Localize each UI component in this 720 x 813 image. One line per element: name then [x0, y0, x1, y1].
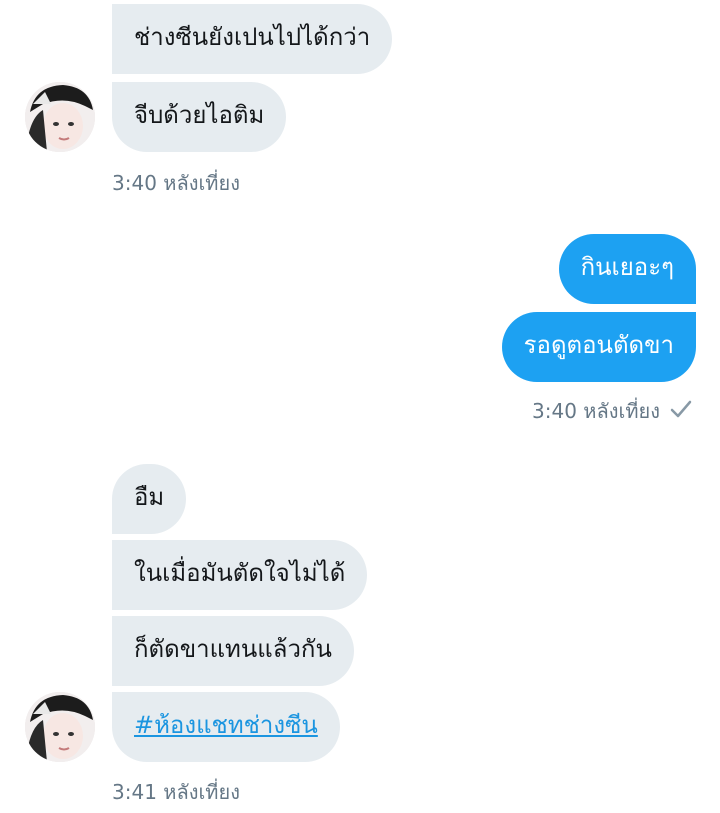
- outgoing-message[interactable]: กินเยอะๆ: [558, 234, 696, 304]
- checkmark-icon: [669, 399, 693, 423]
- incoming-message[interactable]: จีบด้วยไอติม: [112, 82, 287, 152]
- message-text: ช่างซีนยังเปนไปได้กว่า: [134, 23, 371, 51]
- message-text: จีบด้วยไอติม: [134, 101, 265, 129]
- timestamp: 3:40 หลังเที่ยง: [112, 171, 240, 195]
- incoming-message[interactable]: อืม: [112, 464, 187, 534]
- timestamp: 3:40 หลังเที่ยง: [532, 399, 660, 423]
- message-text: รอดูตอนตัดขา: [523, 331, 674, 359]
- incoming-message[interactable]: ก็ตัดขาแทนแล้วกัน: [112, 616, 354, 686]
- incoming-message[interactable]: ในเมื่อมันตัดใจไม่ได้: [112, 540, 368, 610]
- outgoing-message[interactable]: รอดูตอนตัดขา: [501, 312, 696, 382]
- message-text: ก็ตัดขาแทนแล้วกัน: [134, 635, 332, 663]
- incoming-message[interactable]: ช่างซีนยังเปนไปได้กว่า: [112, 4, 393, 74]
- timestamp: 3:41 หลังเที่ยง: [112, 780, 240, 804]
- hashtag-link[interactable]: #ห้องแชทช่างซีน: [134, 711, 318, 739]
- incoming-message[interactable]: #ห้องแชทช่างซีน: [112, 692, 340, 762]
- avatar[interactable]: [25, 692, 95, 762]
- avatar[interactable]: [25, 82, 95, 152]
- message-text: กินเยอะๆ: [580, 253, 674, 281]
- message-text: อืม: [134, 483, 165, 511]
- message-text: ในเมื่อมันตัดใจไม่ได้: [134, 559, 346, 587]
